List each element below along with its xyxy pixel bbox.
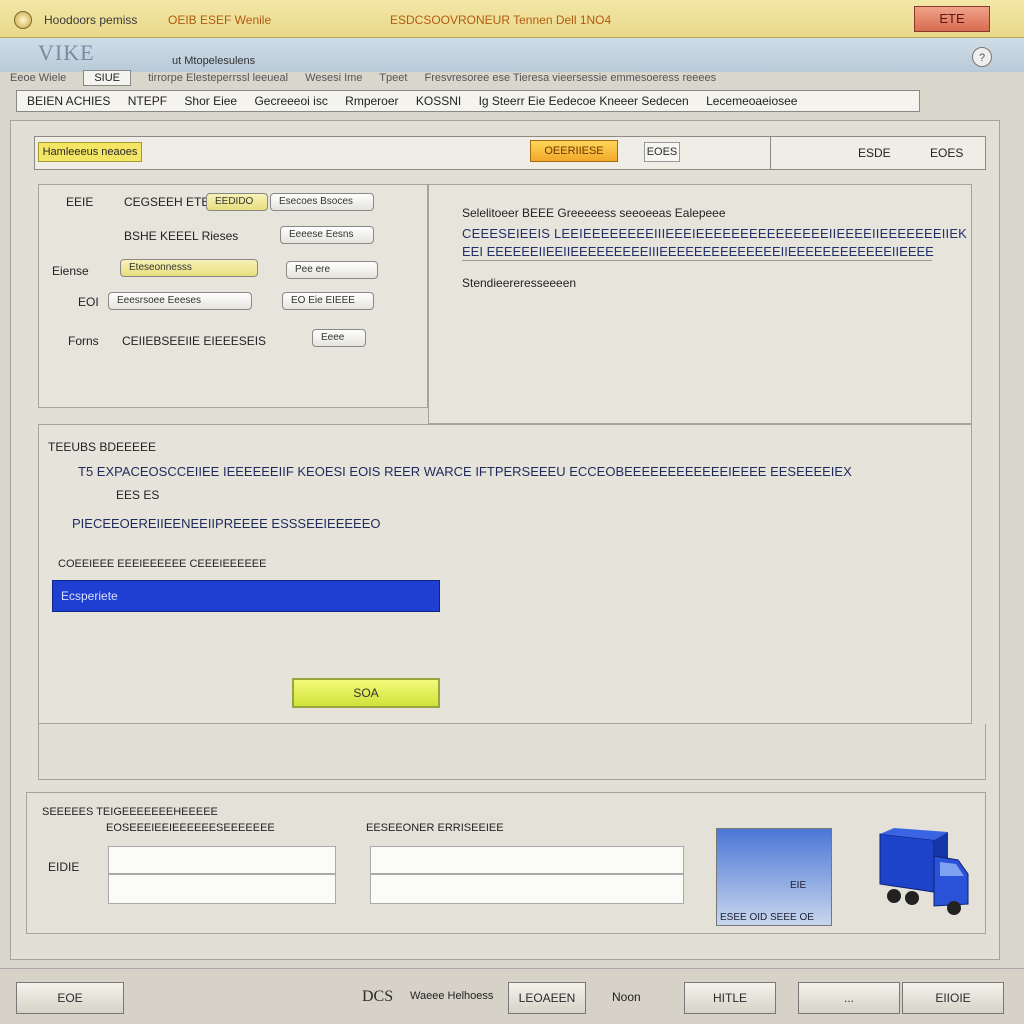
details-line: T5 EXPACEOSCCEIIEE IEEEEEEIIF KEOESI EOI…	[78, 464, 852, 479]
toolbar-item[interactable]: Rmperoer	[345, 94, 398, 108]
app-logo: VIKE	[38, 40, 95, 65]
text-input[interactable]	[370, 846, 684, 874]
info-heading: Selelitoeer BEEE Greeeeess seeoeeas Eale…	[462, 206, 726, 220]
info-panel	[428, 184, 972, 424]
location-button[interactable]: LEOAEEN	[508, 982, 586, 1014]
status-badge: Hamleeeus neaoes	[38, 142, 142, 162]
window-title: Hoodoors pemiss	[44, 13, 138, 27]
help-icon[interactable]: ?	[972, 47, 992, 67]
app-header	[0, 38, 1024, 72]
selected-list-item[interactable]: Ecsperiete	[52, 580, 440, 612]
toolbar-item[interactable]: Lecemeoaeiosee	[706, 94, 797, 108]
info-footer: Stendieereresseeeen	[462, 276, 577, 290]
field-label: EOI	[78, 295, 99, 309]
bottom-heading: SEEEEES TEIGEEEEEEEHEEEEE	[42, 806, 218, 818]
form-field[interactable]: Eeesrsoee Eeeses	[108, 292, 252, 310]
menu-item[interactable]: Fresvresoree ese Tieresa vieersessie emm…	[424, 72, 716, 84]
info-line: EEI EEEEEEIIEEIIEEEEEEEEEIIIEEEEEEEEEEEE…	[462, 244, 934, 259]
menu-bar: Eeoe Wiele SIUE tirrorpe Elesteperrssl l…	[10, 70, 1010, 90]
field-label: BSHE KEEEL Rieses	[124, 229, 239, 243]
field-label: CEGSEEH ETE	[124, 195, 210, 209]
left-button[interactable]: EOE	[16, 982, 124, 1014]
app-subtitle: ut Mtopelesulens	[172, 55, 256, 67]
form-field[interactable]: EEDIDO	[206, 193, 268, 211]
options-button[interactable]: ...	[798, 982, 900, 1014]
menu-item[interactable]: Eeoe Wiele	[10, 72, 66, 84]
small-action-button[interactable]: EOES	[644, 142, 680, 162]
dcs-subtitle: Waeee Helhoess	[410, 990, 494, 1002]
toolbar-item[interactable]: NTEPF	[128, 94, 167, 108]
text-input[interactable]	[108, 874, 336, 904]
ok-button[interactable]: SOA	[292, 678, 440, 708]
menu-item[interactable]: Tpeet	[379, 72, 407, 84]
top-right-value: EOES	[930, 146, 964, 160]
field-label: Forns	[68, 334, 99, 348]
details-line: PIECEEOEREIIEENEEIIPREEEE ESSSEEIEEEEEO	[72, 516, 381, 531]
details-line: EES ES	[116, 488, 160, 502]
menu-item-active[interactable]: SIUE	[83, 70, 132, 86]
text-input[interactable]	[370, 874, 684, 904]
column-header: EOSEEEIEEIEEEEEESEEEEEEE	[106, 822, 275, 834]
list-header: COEEIEEE EEEIEEEEEE CEEEIEEEEEE	[58, 558, 267, 570]
time-label: Noon	[612, 990, 641, 1004]
column-header: EESEEONER ERRISEEIEE	[366, 822, 504, 834]
app-icon	[14, 11, 32, 29]
form-field[interactable]: Esecoes Bsoces	[270, 193, 374, 211]
toolbar: BEIEN ACHIES NTEPF Shor Eiee Gecreeeoi i…	[16, 90, 920, 112]
field-label: Eiense	[52, 264, 89, 278]
form-field[interactable]: Eteseonnesss	[120, 259, 258, 277]
divider	[770, 136, 771, 170]
toolbar-item[interactable]: KOSSNI	[416, 94, 461, 108]
toolbar-item[interactable]: Shor Eiee	[184, 94, 237, 108]
field-label: EEIE	[66, 195, 94, 209]
top-right-label: ESDE	[858, 146, 891, 160]
top-status-panel	[34, 136, 986, 170]
menu-item[interactable]: tirrorpe Elesteperrssl leeueal	[148, 72, 288, 84]
details-heading: TEEUBS BDEEEEE	[48, 440, 157, 454]
info-line: CEEESEIEEIS LEEIEEEEEEEEIIIEEEIEEEEEEEEE…	[462, 226, 968, 241]
cancel-button[interactable]: EIIOIE	[902, 982, 1004, 1014]
field-label: CEIIEBSEEIIE EIEEESEIS	[122, 334, 267, 348]
form-field[interactable]: Eeee	[312, 329, 366, 347]
form-field[interactable]: EO Eie EIEEE	[282, 292, 374, 310]
file-button[interactable]: HITLE	[684, 982, 776, 1014]
form-field[interactable]: Eeeese Eesns	[280, 226, 374, 244]
preview-caption: ESEE OID SEEE OE	[720, 912, 814, 923]
menu-item[interactable]: Wesesi Ime	[305, 72, 362, 84]
divider	[462, 260, 932, 261]
form-field[interactable]: Pee ere	[286, 261, 378, 279]
text-input[interactable]	[108, 846, 336, 874]
close-button[interactable]: ETE	[914, 6, 990, 32]
toolbar-item[interactable]: Ig Steerr Eie Eedecoe Kneeer Sedecen	[479, 94, 689, 108]
warning-button[interactable]: OEERIIESE	[530, 140, 618, 162]
field-label: EIDIE	[48, 860, 80, 874]
truck-icon	[879, 828, 969, 915]
preview-caption: EIE	[790, 880, 807, 891]
toolbar-item[interactable]: BEIEN ACHIES	[27, 94, 110, 108]
panel-footer	[38, 724, 986, 780]
document-title: ESDCSOOVRONEUR Tennen Dell 1NO4	[390, 13, 612, 27]
window-subtitle: OEIB ESEF Wenile	[168, 13, 272, 27]
dcs-label: DCS	[362, 988, 394, 1005]
toolbar-item[interactable]: Gecreeeoi isc	[254, 94, 327, 108]
